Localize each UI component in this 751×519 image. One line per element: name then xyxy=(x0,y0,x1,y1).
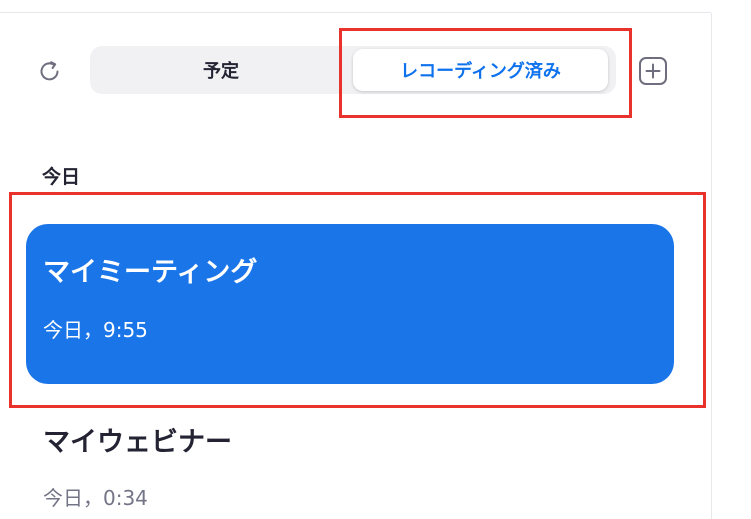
recording-time: 今日，0:34 xyxy=(43,486,148,510)
recording-title: マイウェビナー xyxy=(43,427,232,458)
tab-scheduled[interactable]: 予定 xyxy=(90,46,352,94)
section-heading-today: 今日 xyxy=(42,166,81,188)
top-divider xyxy=(0,12,711,13)
plus-square-icon xyxy=(639,57,667,85)
highlight-annotation-card xyxy=(9,192,706,408)
refresh-button[interactable] xyxy=(36,58,64,86)
recording-item[interactable]: マイウェビナー 今日，0:34 xyxy=(26,410,674,519)
refresh-icon xyxy=(40,61,59,81)
panel-divider xyxy=(711,13,712,519)
add-button[interactable] xyxy=(638,56,668,86)
highlight-annotation-tab xyxy=(339,28,632,118)
